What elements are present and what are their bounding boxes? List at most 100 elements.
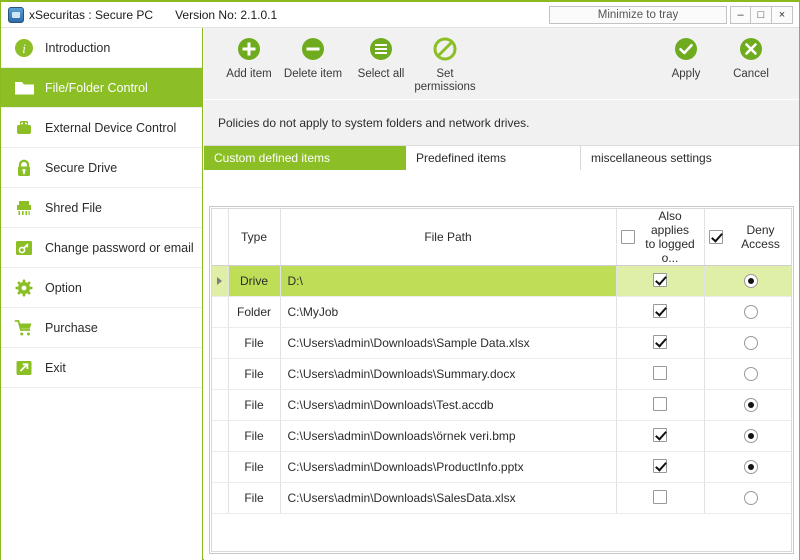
sidebar-item-label: Exit (45, 360, 66, 375)
cell-also-applies[interactable] (616, 327, 705, 359)
main-panel: Add item Delete item Select all Set perm… (204, 28, 799, 560)
cell-file-path: C:\Users\admin\Downloads\örnek veri.bmp (280, 420, 617, 452)
deny-access-radio[interactable] (743, 274, 758, 289)
column-header-file-path[interactable]: File Path (280, 209, 617, 266)
toolbar: Add item Delete item Select all Set perm… (204, 28, 799, 100)
apply-label: Apply (671, 68, 701, 80)
column-header-type[interactable]: Type (228, 209, 281, 266)
table-row[interactable]: Drive D:\ (212, 265, 791, 297)
data-grid-container: Type File Path Also applies to logged o.… (209, 206, 794, 554)
cell-deny-access[interactable] (704, 389, 791, 421)
cell-also-applies[interactable] (616, 451, 705, 483)
select-all-button[interactable]: Select all (344, 34, 418, 81)
apply-button[interactable]: Apply (649, 34, 723, 81)
table-row[interactable]: File C:\Users\admin\Downloads\ProductInfo… (212, 451, 791, 483)
sidebar-item-file-folder-control[interactable]: File/Folder Control (1, 68, 202, 108)
sidebar-item-option[interactable]: Option (1, 268, 202, 308)
prohibition-icon (433, 34, 457, 64)
table-row[interactable]: Folder C:\MyJob (212, 296, 791, 328)
cell-deny-access[interactable] (704, 265, 791, 297)
select-all-label: Select all (357, 68, 405, 80)
also-applies-checkbox[interactable] (653, 365, 667, 380)
window-controls: Minimize to tray – □ × (549, 6, 793, 24)
svg-text:i: i (22, 41, 26, 56)
cell-deny-access[interactable] (704, 482, 791, 514)
minus-circle-icon (301, 34, 325, 64)
deny-access-header-checkbox[interactable] (708, 230, 723, 244)
column-header-deny-access[interactable]: Deny Access (704, 209, 791, 266)
also-applies-header-checkbox[interactable] (620, 230, 635, 244)
add-item-button[interactable]: Add item (212, 34, 286, 81)
deny-access-radio[interactable] (743, 460, 758, 475)
deny-access-radio[interactable] (743, 367, 758, 382)
maximize-button[interactable]: □ (751, 6, 772, 24)
row-indicator-cell (212, 389, 229, 421)
sidebar-item-secure-drive[interactable]: Secure Drive (1, 148, 202, 188)
table-row[interactable]: File C:\Users\admin\Downloads\örnek veri.… (212, 420, 791, 452)
cell-file-path: C:\Users\admin\Downloads\ProductInfo.ppt… (280, 451, 617, 483)
cell-file-path: C:\MyJob (280, 296, 617, 328)
sidebar-item-label: Purchase (45, 320, 98, 335)
sidebar-item-introduction[interactable]: i Introduction (1, 28, 202, 68)
sidebar-item-label: Secure Drive (45, 160, 118, 175)
close-button[interactable]: × (772, 6, 793, 24)
table-body: Drive D:\ Folder C:\MyJob File C:\Users\admin… (212, 265, 791, 514)
deny-access-radio[interactable] (743, 429, 758, 444)
tab-custom-defined-items[interactable]: Custom defined items (204, 146, 406, 170)
tab-bar: Custom defined items Predefined items mi… (204, 146, 799, 170)
sidebar-item-shred-file[interactable]: Shred File (1, 188, 202, 228)
sidebar-item-label: Change password or email (45, 240, 194, 255)
cell-deny-access[interactable] (704, 327, 791, 359)
cell-deny-access[interactable] (704, 451, 791, 483)
minimize-button[interactable]: – (730, 6, 751, 24)
also-applies-checkbox[interactable] (653, 272, 667, 287)
cell-deny-access[interactable] (704, 358, 791, 390)
deny-access-radio[interactable] (743, 336, 758, 351)
sidebar-item-label: External Device Control (45, 120, 177, 135)
current-row-arrow-icon (217, 277, 223, 285)
also-applies-checkbox[interactable] (653, 303, 667, 318)
deny-access-radio[interactable] (743, 491, 758, 506)
key-icon (13, 237, 35, 259)
delete-item-button[interactable]: Delete item (276, 34, 350, 81)
also-applies-checkbox[interactable] (653, 489, 667, 504)
tab-predefined-items[interactable]: Predefined items (406, 146, 581, 170)
sidebar-item-label: Shred File (45, 200, 102, 215)
list-circle-icon (369, 34, 393, 64)
sidebar-item-label: Introduction (45, 40, 111, 55)
also-applies-checkbox[interactable] (653, 334, 667, 349)
deny-access-radio[interactable] (743, 398, 758, 413)
sidebar-item-change-password-or-email[interactable]: Change password or email (1, 228, 202, 268)
cell-also-applies[interactable] (616, 265, 705, 297)
cell-deny-access[interactable] (704, 296, 791, 328)
table-row[interactable]: File C:\Users\admin\Downloads\SalesData.x… (212, 482, 791, 514)
column-header-also-applies[interactable]: Also applies to logged o... (616, 209, 705, 266)
info-bar: Policies do not apply to system folders … (204, 100, 799, 146)
table-row[interactable]: File C:\Users\admin\Downloads\Summary.doc… (212, 358, 791, 390)
cell-also-applies[interactable] (616, 420, 705, 452)
sidebar-item-exit[interactable]: Exit (1, 348, 202, 388)
minimize-to-tray-button[interactable]: Minimize to tray (549, 6, 727, 24)
also-applies-checkbox[interactable] (653, 427, 667, 442)
cell-also-applies[interactable] (616, 389, 705, 421)
cell-also-applies[interactable] (616, 358, 705, 390)
cell-also-applies[interactable] (616, 296, 705, 328)
deny-access-radio[interactable] (743, 305, 758, 320)
tab-miscellaneous-settings[interactable]: miscellaneous settings (581, 146, 799, 170)
set-permissions-button[interactable]: Set permissions (408, 34, 482, 94)
shredder-icon (13, 197, 35, 219)
also-applies-checkbox[interactable] (653, 458, 667, 473)
cancel-label: Cancel (733, 68, 769, 80)
table-row[interactable]: File C:\Users\admin\Downloads\Test.accdb (212, 389, 791, 421)
cell-type: File (228, 327, 281, 359)
cancel-button[interactable]: Cancel (714, 34, 788, 81)
cell-deny-access[interactable] (704, 420, 791, 452)
cell-type: File (228, 482, 281, 514)
table-row[interactable]: File C:\Users\admin\Downloads\Sample Data… (212, 327, 791, 359)
cell-also-applies[interactable] (616, 482, 705, 514)
row-indicator-cell (212, 296, 229, 328)
also-applies-checkbox[interactable] (653, 396, 667, 411)
application-window: xSecuritas : Secure PC Version No: 2.1.0… (0, 0, 800, 560)
sidebar-item-external-device-control[interactable]: External Device Control (1, 108, 202, 148)
sidebar-item-purchase[interactable]: Purchase (1, 308, 202, 348)
